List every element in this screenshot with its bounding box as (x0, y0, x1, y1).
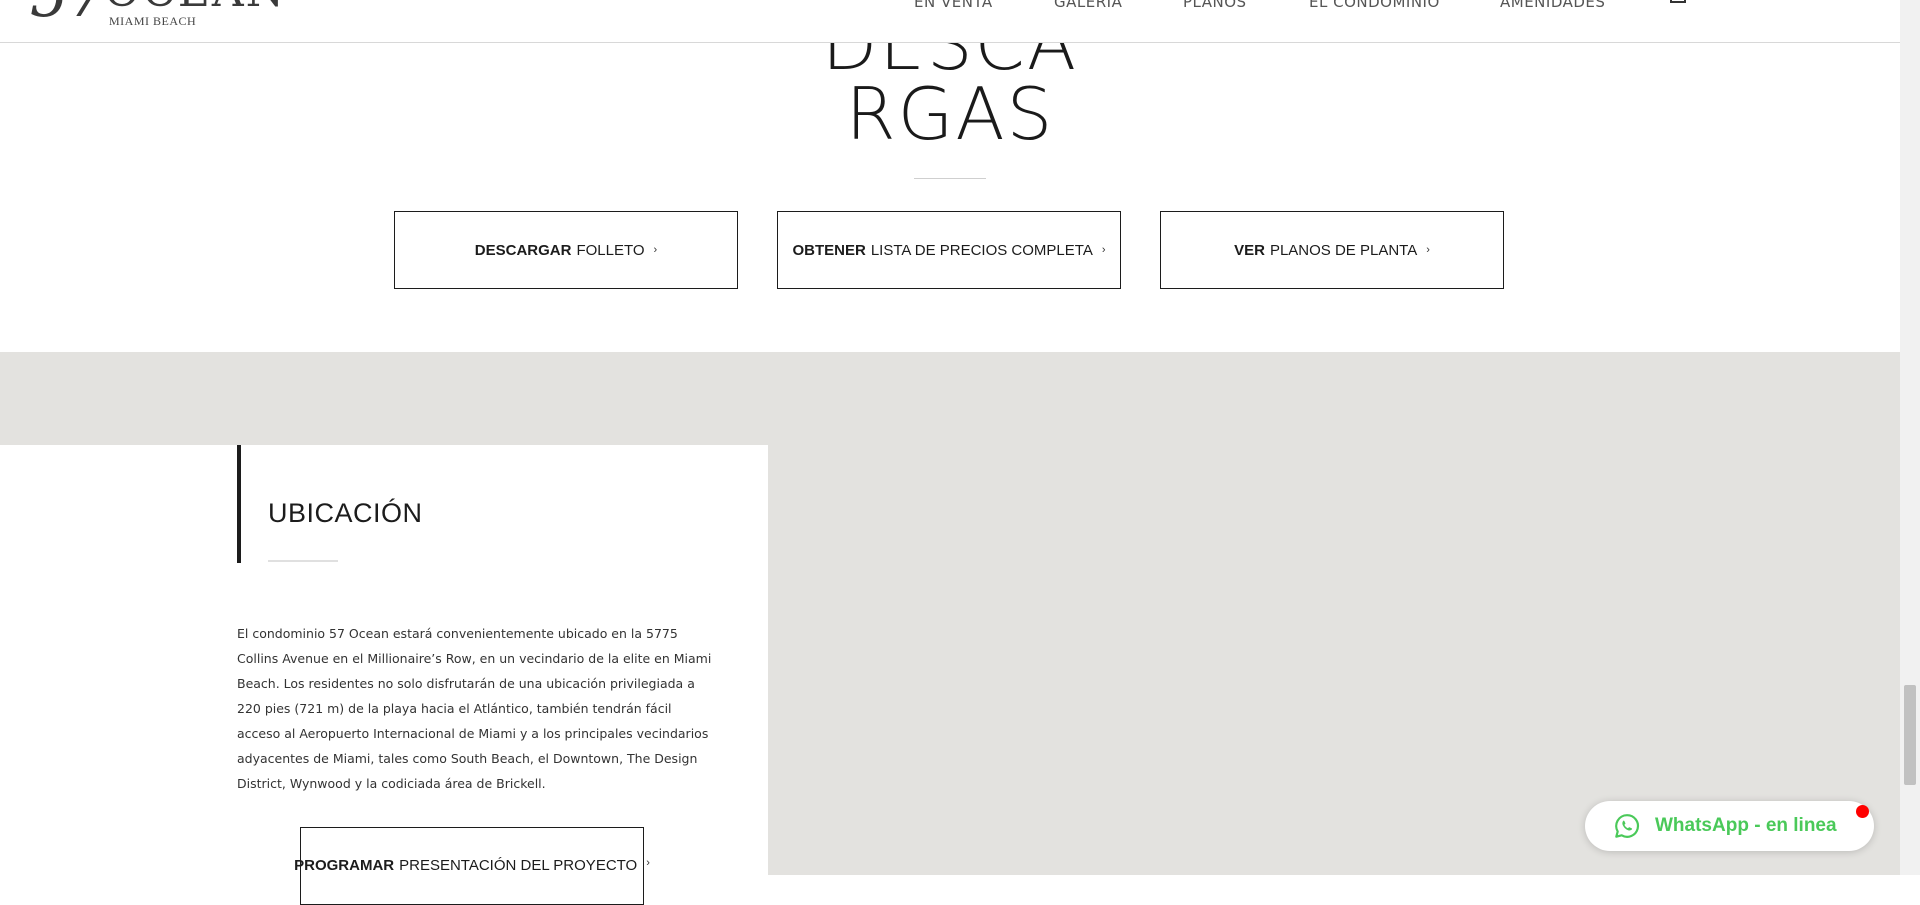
schedule-presentation-button[interactable]: PROGRAMAR PRESENTACIÓN DEL PROYECTO › (294, 827, 650, 905)
downloads-title-line2: RGAS (845, 72, 1055, 156)
button-bold-label: PROGRAMAR (294, 857, 395, 874)
location-accent-bar (237, 445, 241, 563)
price-list-button[interactable]: OBTENER LISTA DE PRECIOS COMPLETA › (777, 211, 1121, 289)
scrollbar-thumb[interactable] (1904, 685, 1916, 785)
button-label: FOLLETO (576, 241, 645, 259)
nav-galeria[interactable]: GALERIA (1054, 0, 1122, 11)
cart-icon[interactable] (1670, 0, 1686, 4)
button-label: PRESENTACIÓN DEL PROYECTO (399, 857, 638, 874)
button-bold-label: DESCARGAR (474, 241, 572, 259)
downloads-divider (914, 178, 986, 179)
nav-planos[interactable]: PLANOS (1183, 0, 1247, 11)
chevron-right-icon: › (1101, 244, 1106, 256)
button-label: LISTA DE PRECIOS COMPLETA (870, 241, 1093, 259)
chevron-right-icon: › (646, 857, 650, 869)
chevron-right-icon: › (1426, 244, 1430, 256)
scrollbar[interactable] (1900, 0, 1920, 875)
logo-subtitle: MIAMI BEACH (109, 14, 197, 28)
logo-mark: 57 (30, 0, 106, 26)
nav-en-venta[interactable]: EN VENTA (914, 0, 993, 11)
nav-el-condominio[interactable]: EL CONDOMINIO (1309, 0, 1440, 11)
location-description: El condominio 57 Ocean estará convenient… (237, 626, 712, 791)
button-bold-label: OBTENER (792, 241, 866, 259)
download-brochure-button[interactable]: DESCARGAR FOLLETO › (394, 211, 738, 289)
online-status-dot (1856, 805, 1869, 818)
chevron-right-icon: › (653, 244, 658, 256)
location-divider (268, 560, 338, 562)
location-title: UBICACIÓN (268, 498, 423, 528)
whatsapp-label: WhatsApp - en linea (1655, 815, 1837, 836)
button-bold-label: VER (1234, 241, 1265, 259)
floor-plans-button[interactable]: VER PLANOS DE PLANTA › (1160, 211, 1504, 289)
site-header: 57 OCEAN MIAMI BEACH EN VENTA GALERIA PL… (0, 0, 1900, 43)
nav-amenidades[interactable]: AMENIDADES (1500, 0, 1605, 11)
whatsapp-chat-button[interactable]: WhatsApp - en linea (1585, 801, 1874, 851)
logo-word: OCEAN (104, 0, 286, 14)
whatsapp-icon (1615, 814, 1640, 838)
button-label: PLANOS DE PLANTA (1269, 241, 1418, 259)
